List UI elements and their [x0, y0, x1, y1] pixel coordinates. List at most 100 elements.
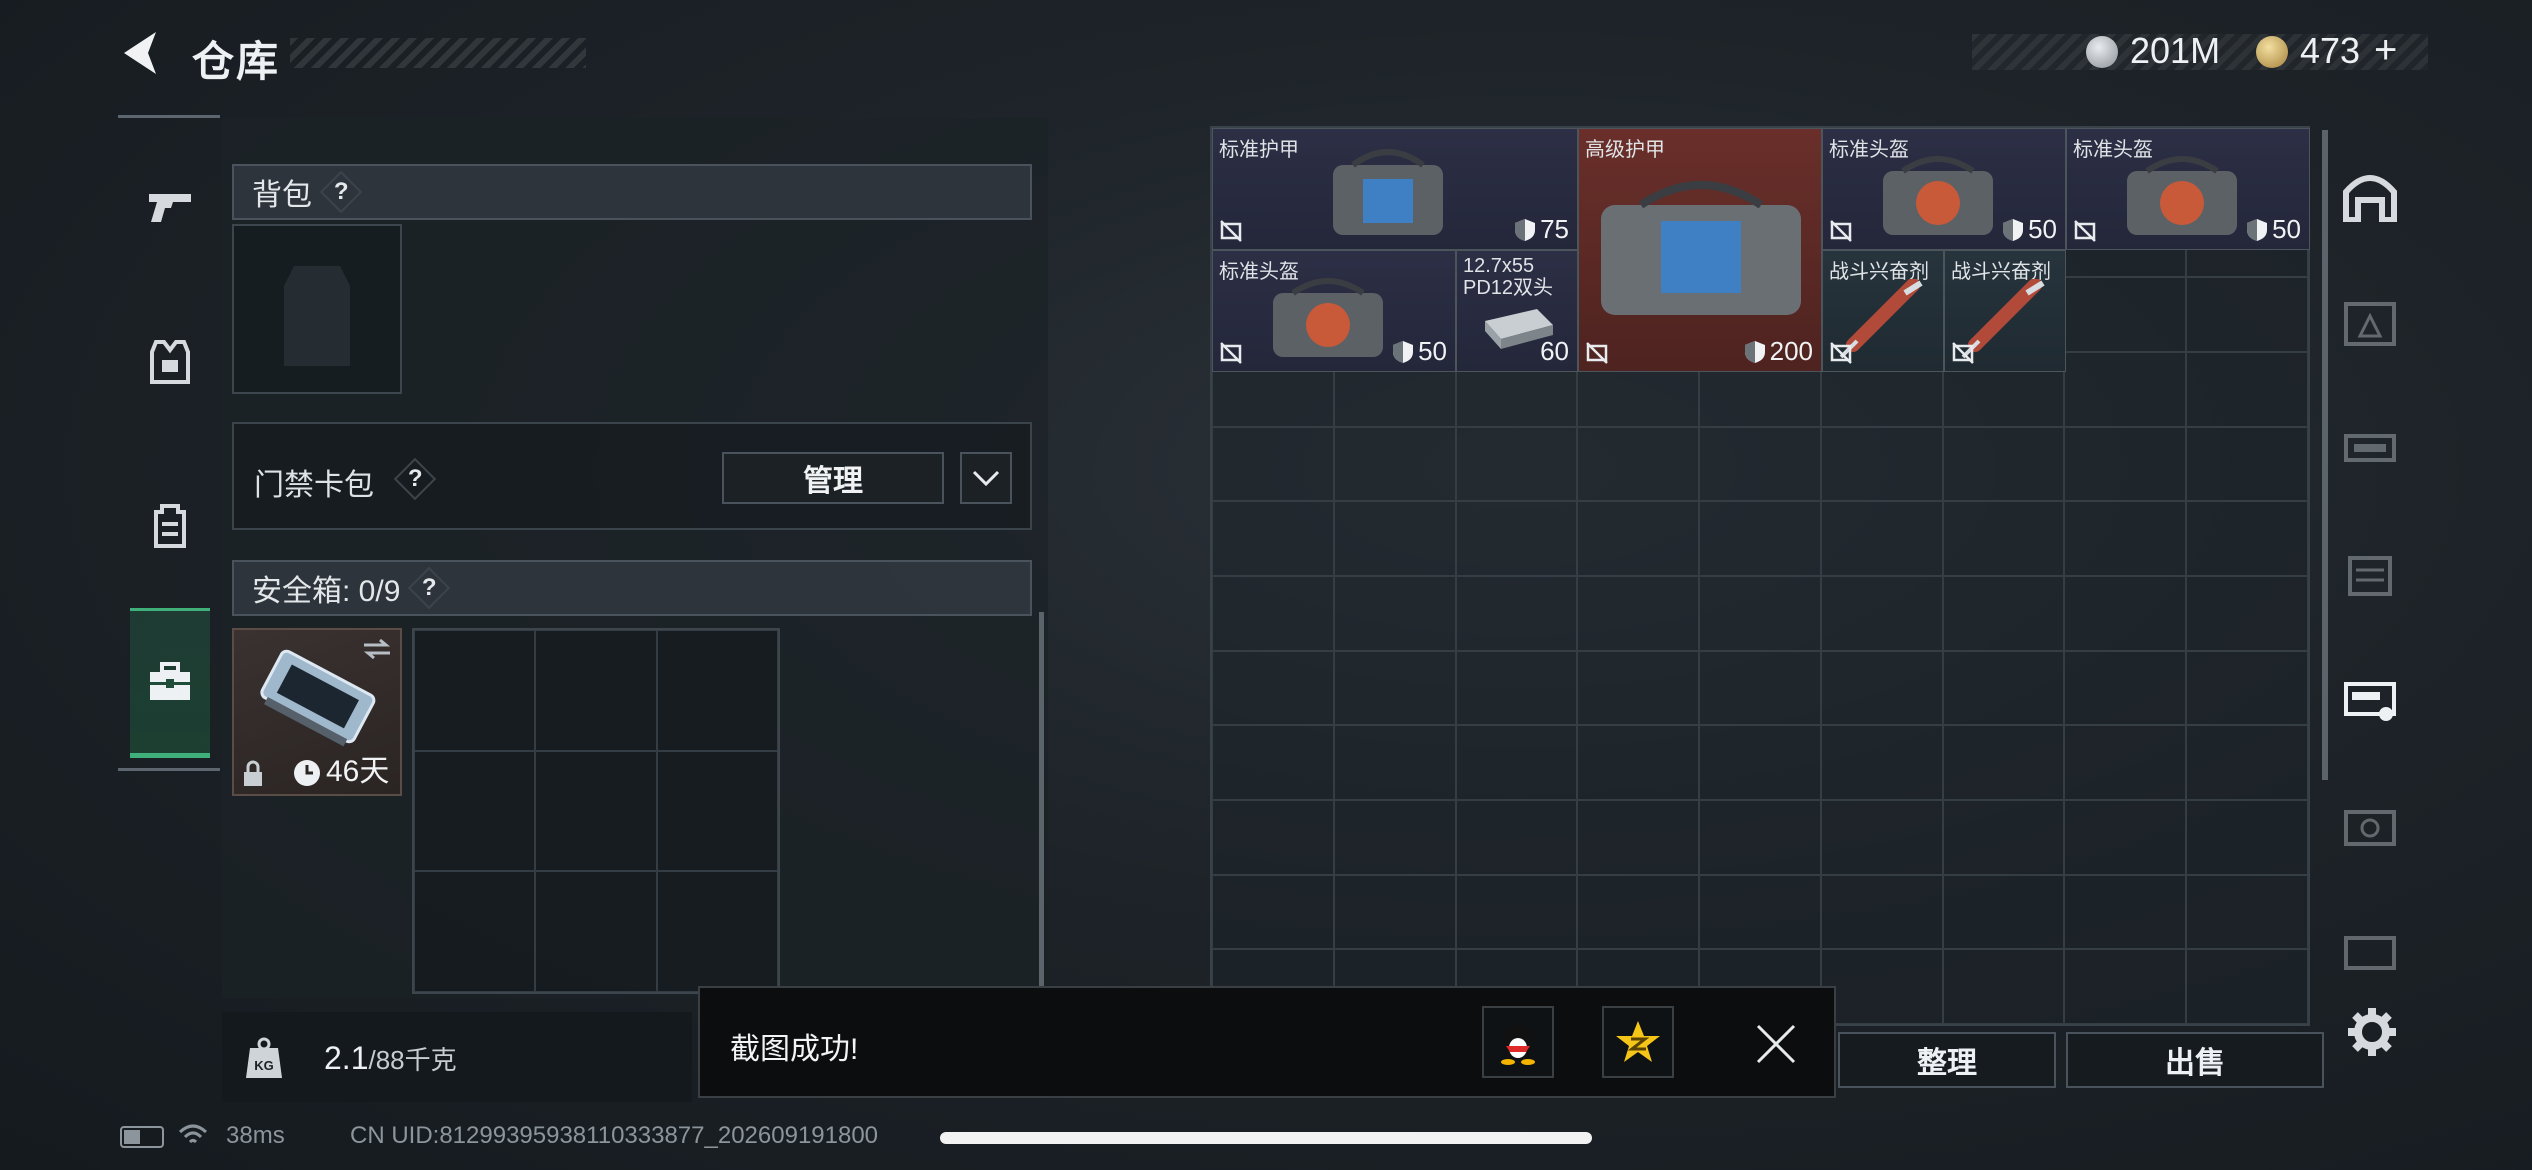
warehouse-cell[interactable] [1212, 650, 1334, 726]
toast-close-button[interactable] [1754, 1022, 1798, 1066]
warehouse-cell[interactable] [1942, 949, 2065, 1024]
warehouse-cell[interactable] [1942, 650, 2065, 726]
inventory-item-standard-helmet[interactable]: 标准头盔 50 [1212, 250, 1456, 372]
warehouse-cell[interactable] [1577, 575, 1700, 651]
sell-button[interactable]: 出售 [2066, 1032, 2324, 1088]
warehouse-cell[interactable] [1212, 874, 1334, 950]
share-qzone-button[interactable] [1602, 1006, 1674, 1078]
inventory-item-combat-stim[interactable]: 战斗兴奋剂 [1944, 250, 2066, 372]
warehouse-cell[interactable] [2186, 575, 2308, 651]
warehouse-cell[interactable] [1333, 874, 1456, 950]
warehouse-cell[interactable] [2064, 575, 2187, 651]
warehouse-cell[interactable] [1455, 426, 1578, 502]
share-qq-button[interactable] [1482, 1006, 1554, 1078]
warehouse-cell[interactable] [2186, 501, 2308, 576]
warehouse-cell[interactable] [2064, 277, 2187, 352]
warehouse-cell[interactable] [1942, 575, 2065, 651]
warehouse-cell[interactable] [1577, 426, 1700, 502]
warehouse-cell[interactable] [1699, 874, 1821, 950]
warehouse-cell[interactable] [1699, 650, 1821, 726]
safebox-slot[interactable]: 46天 [232, 628, 402, 796]
warehouse-cell[interactable] [2064, 725, 2187, 800]
safebox-cell[interactable] [535, 750, 657, 872]
inventory-item-combat-stim[interactable]: 战斗兴奋剂 [1822, 250, 1944, 372]
nav-item-weapon[interactable] [130, 166, 210, 246]
warehouse-cell[interactable] [2064, 874, 2187, 950]
warehouse-cell[interactable] [2186, 949, 2308, 1024]
warehouse-cell[interactable] [1455, 501, 1578, 576]
warehouse-cell[interactable] [1699, 575, 1821, 651]
warehouse-cell[interactable] [1820, 725, 1943, 800]
warehouse-cell[interactable] [2064, 426, 2187, 502]
warehouse-cell[interactable] [1699, 799, 1821, 875]
inventory-item-standard-helmet[interactable]: 标准头盔 50 [2066, 128, 2310, 250]
warehouse-cell[interactable] [1577, 799, 1700, 875]
warehouse-cell[interactable] [2186, 725, 2308, 800]
warehouse-cell[interactable] [2064, 501, 2187, 576]
warehouse-cell[interactable] [1820, 949, 1943, 1024]
warehouse-cell[interactable] [1333, 426, 1456, 502]
tab-main-warehouse[interactable] [2334, 160, 2406, 232]
warehouse-cell[interactable] [2064, 949, 2187, 1024]
warehouse-cell[interactable] [1455, 725, 1578, 800]
warehouse-cell[interactable] [1820, 799, 1943, 875]
warehouse-cell[interactable] [1820, 575, 1943, 651]
warehouse-cell[interactable] [1942, 501, 2065, 576]
safebox-cell[interactable] [656, 630, 778, 751]
warehouse-cell[interactable] [2186, 277, 2308, 352]
warehouse-cell[interactable] [1942, 874, 2065, 950]
tab-container-6[interactable] [2334, 790, 2406, 862]
nav-item-backpack[interactable] [130, 486, 210, 566]
warehouse-cell[interactable] [1455, 575, 1578, 651]
warehouse-cell[interactable] [1212, 575, 1334, 651]
warehouse-cell[interactable] [1820, 650, 1943, 726]
warehouse-cell[interactable] [1699, 725, 1821, 800]
container-tabs-scrollbar[interactable] [2322, 130, 2328, 780]
keycard-manage-button[interactable]: 管理 [722, 452, 944, 504]
warehouse-cell[interactable] [2186, 351, 2308, 427]
inventory-item-ammo[interactable]: 12.7x55 PD12双头 60 [1456, 250, 1578, 372]
safebox-cell[interactable] [656, 750, 778, 872]
warehouse-cell[interactable] [1820, 501, 1943, 576]
keycard-expand-button[interactable] [960, 452, 1012, 504]
sort-button[interactable]: 整理 [1838, 1032, 2056, 1088]
nav-item-case[interactable] [130, 642, 210, 722]
inventory-item-standard-helmet[interactable]: 标准头盔 50 [1822, 128, 2066, 250]
warehouse-cell[interactable] [1333, 501, 1456, 576]
warehouse-cell[interactable] [2186, 874, 2308, 950]
warehouse-cell[interactable] [1333, 725, 1456, 800]
warehouse-cell[interactable] [1212, 799, 1334, 875]
warehouse-cell[interactable] [1212, 725, 1334, 800]
tab-container-2[interactable] [2334, 286, 2406, 358]
warehouse-cell[interactable] [1577, 725, 1700, 800]
inventory-item-standard-armor[interactable]: 标准护甲 75 [1212, 128, 1578, 250]
swap-icon[interactable] [362, 638, 392, 660]
warehouse-cell[interactable] [2186, 426, 2308, 502]
safebox-cell[interactable] [656, 871, 778, 992]
warehouse-cell[interactable] [1333, 650, 1456, 726]
warehouse-cell[interactable] [1577, 874, 1700, 950]
warehouse-cell[interactable] [1699, 501, 1821, 576]
add-coins-button[interactable]: + [2374, 28, 2397, 73]
backpack-slot[interactable] [232, 224, 402, 394]
warehouse-cell[interactable] [2064, 351, 2187, 427]
warehouse-cell[interactable] [2064, 650, 2187, 726]
nav-item-armor[interactable] [130, 322, 210, 402]
tab-container-3[interactable] [2334, 412, 2406, 484]
warehouse-cell[interactable] [1333, 799, 1456, 875]
back-button[interactable] [118, 28, 168, 78]
safebox-cell[interactable] [414, 630, 536, 751]
tab-container-5[interactable] [2334, 664, 2406, 736]
warehouse-cell[interactable] [1212, 426, 1334, 502]
warehouse-cell[interactable] [1455, 799, 1578, 875]
safebox-help-icon[interactable]: ? [408, 566, 451, 610]
warehouse-cell[interactable] [1577, 650, 1700, 726]
safebox-cell[interactable] [414, 871, 536, 992]
safebox-cell[interactable] [535, 871, 657, 992]
warehouse-cell[interactable] [1942, 725, 2065, 800]
warehouse-cell[interactable] [2064, 799, 2187, 875]
warehouse-cell[interactable] [1820, 874, 1943, 950]
warehouse-cell[interactable] [2186, 650, 2308, 726]
warehouse-cell[interactable] [1577, 501, 1700, 576]
safebox-cell[interactable] [414, 750, 536, 872]
